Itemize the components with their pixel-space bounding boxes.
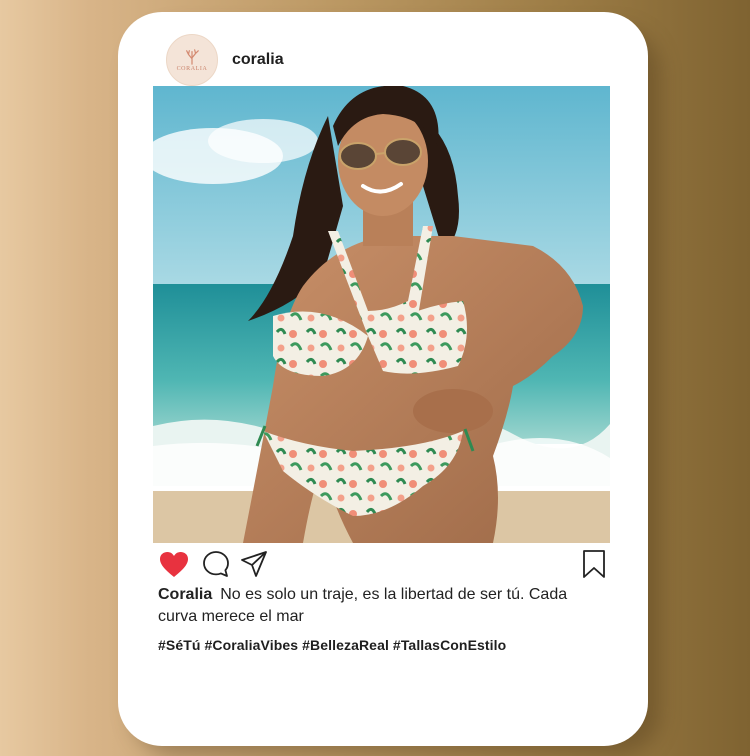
post-photo[interactable] bbox=[153, 86, 610, 543]
username[interactable]: coralia bbox=[232, 51, 284, 69]
caption-text: No es solo un traje, es la libertad de s… bbox=[158, 586, 568, 625]
post-header: CORALIA coralia bbox=[166, 34, 284, 86]
post-card: CORALIA coralia Coralia No es solo un tr… bbox=[118, 12, 648, 746]
coral-icon bbox=[186, 48, 199, 65]
paper-plane-icon[interactable] bbox=[240, 550, 268, 578]
post-caption: Coralia No es solo un traje, es la libert… bbox=[158, 584, 608, 628]
avatar[interactable]: CORALIA bbox=[166, 34, 218, 86]
avatar-brand-text: CORALIA bbox=[176, 65, 208, 72]
page: CORALIA coralia Coralia No es solo un tr… bbox=[0, 0, 750, 756]
heart-icon[interactable] bbox=[158, 550, 190, 578]
caption-author[interactable]: Coralia bbox=[158, 586, 212, 603]
comment-icon[interactable] bbox=[202, 550, 230, 578]
post-actions bbox=[158, 546, 608, 582]
bookmark-icon[interactable] bbox=[582, 549, 606, 579]
post-hashtags[interactable]: #SéTú #CoraliaVibes #BellezaReal #Tallas… bbox=[158, 637, 608, 653]
